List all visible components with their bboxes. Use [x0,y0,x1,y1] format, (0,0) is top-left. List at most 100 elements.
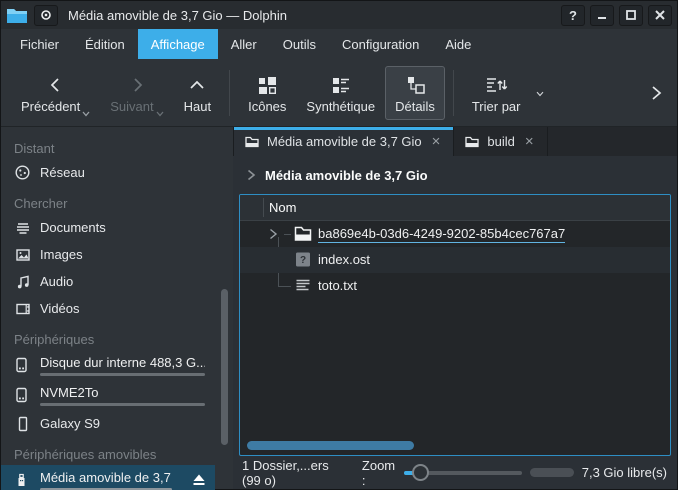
hard-drive-icon [14,357,31,373]
back-dropdown-icon[interactable] [82,111,90,117]
sidebar-item-label: Média amovible de 3,7 ... [40,470,172,485]
column-header-nom[interactable]: Nom [240,200,296,215]
back-button[interactable]: Précédent [11,66,100,120]
sort-dropdown-icon[interactable] [534,89,546,97]
section-peripheriques: Périphériques [14,332,233,347]
tab-build[interactable]: build × [454,127,547,156]
menu-outils[interactable]: Outils [270,29,329,59]
help-button[interactable]: ? [561,5,585,26]
section-distant: Distant [14,141,233,156]
tab-label: build [487,134,514,149]
breadcrumb-chevron-icon [246,169,256,181]
horizontal-scrollbar[interactable] [247,441,414,450]
tab-close-icon[interactable]: × [430,133,443,150]
folder-view[interactable]: Nom ba869e4 [239,194,671,456]
window-menu-button[interactable] [34,5,58,26]
zoom-slider[interactable] [404,463,522,483]
sidebar-scrollbar[interactable] [221,289,228,445]
toolbar: Précédent Suivant Haut [1,59,677,127]
sidebar-item-media-amovible[interactable]: Média amovible de 3,7 ... [1,465,215,490]
menu-configuration[interactable]: Configuration [329,29,432,59]
sidebar-item-label: Images [40,247,83,262]
sidebar-item-label: Documents [40,220,106,235]
menu-affichage[interactable]: Affichage [138,29,218,59]
zoom-slider-handle[interactable] [412,464,429,481]
up-button[interactable]: Haut [174,66,221,120]
toolbar-overflow-button[interactable] [645,84,667,102]
details-view-label: Détails [395,99,435,114]
file-row-toto-txt[interactable]: toto.txt [240,273,670,299]
network-icon [14,164,31,181]
file-name[interactable]: index.ost [318,252,370,267]
menubar: Fichier Édition Affichage Aller Outils C… [1,29,677,59]
close-icon [655,10,665,20]
compact-view-label: Synthétique [306,99,375,114]
file-name[interactable]: ba869e4b-03d6-4249-9202-85b4cec767a7 [318,226,565,243]
icons-view-label: Icônes [248,99,286,114]
menu-fichier[interactable]: Fichier [7,29,72,59]
file-row-index-ost[interactable]: ? index.ost [240,247,670,273]
sidebar-item-galaxy-s9[interactable]: Galaxy S9 [1,410,215,437]
window-title: Média amovible de 3,7 Gio — Dolphin [68,8,287,23]
icons-view-button[interactable]: Icônes [238,66,296,120]
text-file-icon [294,277,312,294]
documents-icon [14,220,31,236]
sidebar-item-reseau[interactable]: Réseau [1,159,215,186]
file-row-folder[interactable]: ba869e4b-03d6-4249-9202-85b4cec767a7 [240,221,670,247]
zoom-label: Zoom : [362,458,396,488]
hard-drive-icon [14,387,31,403]
breadcrumb[interactable]: Média amovible de 3,7 Gio [233,156,677,194]
sidebar-item-disque-dur[interactable]: Disque dur interne 488,3 G... [1,350,215,380]
eject-icon [191,473,207,487]
sidebar-item-videos[interactable]: Vidéos [1,295,215,322]
folder-icon [294,225,312,242]
menu-aller[interactable]: Aller [218,29,270,59]
minimize-button[interactable] [590,5,614,26]
dolphin-app-icon [6,6,28,24]
column-header-row: Nom [240,195,670,221]
sidebar-item-documents[interactable]: Documents [1,214,215,241]
sidebar-item-images[interactable]: Images [1,241,215,268]
sidebar-item-label: Disque dur interne 488,3 G... [40,355,205,370]
sidebar-item-label: Réseau [40,165,85,180]
statusbar: 1 Dossier,...ers (99 o) Zoom : 7,3 Gio l… [233,456,677,489]
folder-icon [465,136,479,148]
eject-button[interactable] [191,473,207,487]
forward-icon [126,72,148,96]
sort-by-icon [484,72,508,96]
folder-icon [245,136,259,148]
app-body: Distant Réseau Chercher Documents [1,127,677,489]
details-view-button[interactable]: Détails [385,66,445,120]
details-view-icon [404,72,426,96]
breadcrumb-location[interactable]: Média amovible de 3,7 Gio [265,168,428,183]
svg-text:?: ? [300,255,306,266]
window-menu-icon [40,9,52,21]
forward-dropdown-icon [156,111,164,117]
audio-icon [14,274,31,290]
videos-icon [14,301,31,317]
close-button[interactable] [648,5,672,26]
tab-close-icon[interactable]: × [523,133,536,150]
expand-chevron-icon[interactable] [268,228,278,240]
usb-stick-icon [14,472,31,488]
chevron-right-icon [649,84,663,102]
sort-by-button[interactable]: Trier par [462,66,531,120]
sidebar-item-nvme2to[interactable]: NVME2To [1,380,215,410]
column-divider [263,198,264,217]
menu-edition[interactable]: Édition [72,29,138,59]
disk-usage-bar [40,373,205,376]
menu-aide[interactable]: Aide [432,29,484,59]
forward-button[interactable]: Suivant [100,66,173,120]
icons-view-icon [256,72,278,96]
sidebar-item-label: Audio [40,274,73,289]
tab-media-amovible[interactable]: Média amovible de 3,7 Gio × [233,127,454,156]
unknown-file-icon: ? [294,251,312,268]
compact-view-button[interactable]: Synthétique [296,66,385,120]
sidebar-item-label: Vidéos [40,301,80,316]
maximize-button[interactable] [619,5,643,26]
back-label: Précédent [21,99,80,114]
section-chercher: Chercher [14,196,233,211]
titlebar[interactable]: Média amovible de 3,7 Gio — Dolphin ? [1,1,677,29]
file-name[interactable]: toto.txt [318,278,357,293]
sidebar-item-audio[interactable]: Audio [1,268,215,295]
